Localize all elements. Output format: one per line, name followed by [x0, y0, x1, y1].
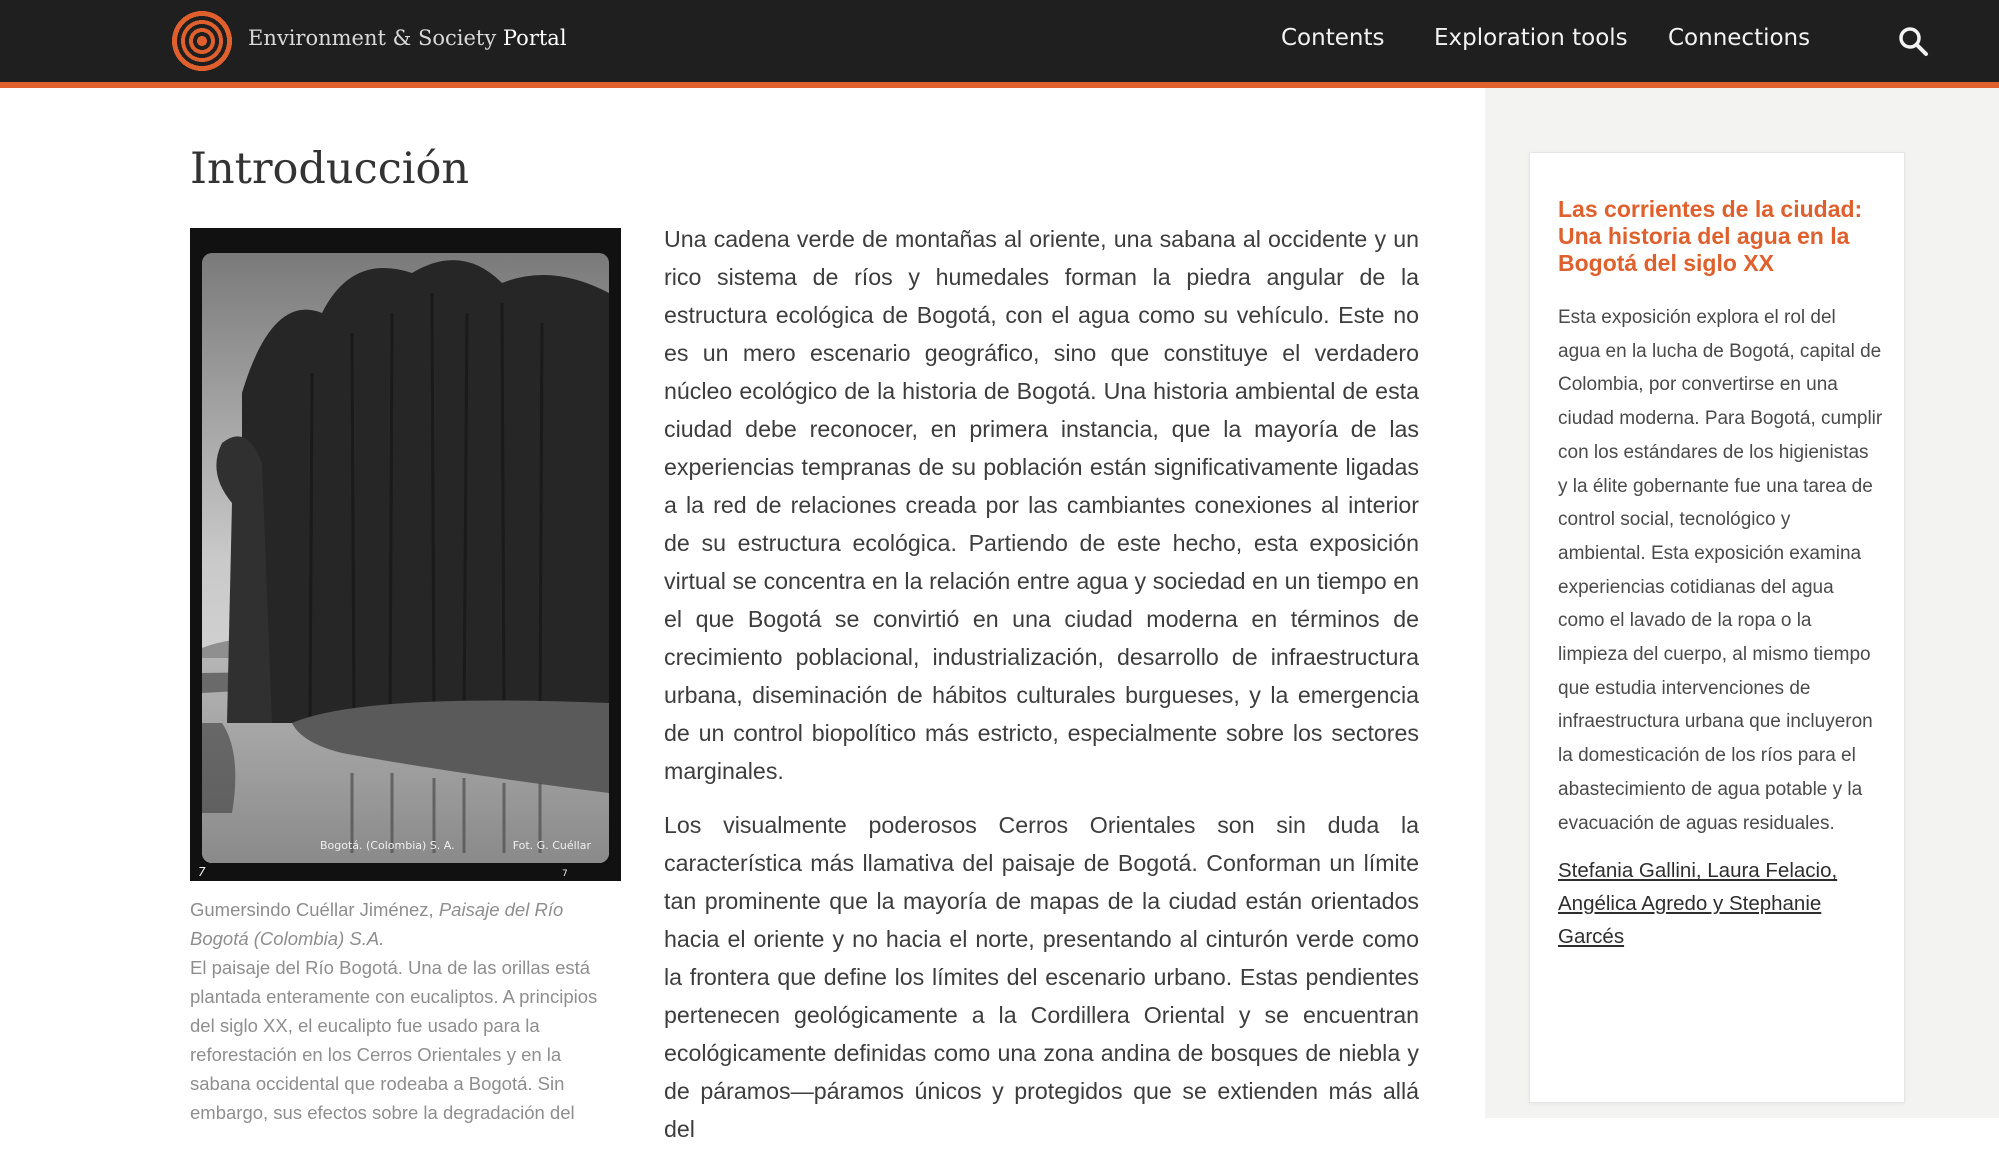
frame-number-left: 7 — [198, 865, 206, 879]
intro-paragraph-1: Una cadena verde de montañas al oriente,… — [664, 226, 1419, 784]
photo-inscription-credit: Fot. G. Cuéllar — [512, 839, 591, 852]
historical-photo[interactable]: Bogotá. (Colombia) S. A. Fot. G. Cuéllar… — [190, 228, 621, 881]
brand-name-strong: Portal — [502, 26, 567, 50]
photo-inscription-location: Bogotá. (Colombia) S. A. — [320, 839, 455, 852]
nav-contents[interactable]: Contents — [1281, 25, 1384, 51]
exhibition-card: Las corrientes de la ciudad: Una histori… — [1529, 152, 1905, 1103]
intro-body: Una cadena verde de montañas al oriente,… — [664, 220, 1419, 1164]
site-header: Environment & Society Portal Contents Ex… — [0, 0, 1999, 88]
photo-caption: Gumersindo Cuéllar Jiménez, Paisaje del … — [190, 895, 622, 1127]
portal-logo-icon[interactable] — [170, 9, 234, 73]
exhibition-authors-link[interactable]: Stefania Gallini, Laura Felacio, Angélic… — [1558, 854, 1883, 953]
caption-attribution: Gumersindo Cuéllar Jiménez, Paisaje del … — [190, 895, 622, 953]
photo-image: Bogotá. (Colombia) S. A. Fot. G. Cuéllar — [202, 253, 609, 863]
caption-author: Gumersindo Cuéllar Jiménez, — [190, 899, 439, 920]
exhibition-title-link[interactable]: Las corrientes de la ciudad: Una histori… — [1558, 196, 1883, 277]
caption-text: El paisaje del Río Bogotá. Una de las or… — [190, 957, 598, 1123]
frame-number-right: 7 — [562, 869, 568, 879]
nav-exploration-tools[interactable]: Exploration tools — [1434, 25, 1628, 51]
nav-connections[interactable]: Connections — [1668, 25, 1810, 51]
site-brand[interactable]: Environment & Society Portal — [248, 26, 567, 50]
intro-paragraph-2: Los visualmente poderosos Cerros Orienta… — [664, 812, 1419, 1142]
exhibition-description: Esta exposición explora el rol del agua … — [1558, 307, 1883, 834]
brand-name-regular: Environment & Society — [248, 26, 503, 50]
photo-inscription: Bogotá. (Colombia) S. A. Fot. G. Cuéllar — [202, 837, 609, 855]
page-title: Introducción — [190, 144, 470, 194]
search-icon[interactable] — [1896, 24, 1930, 58]
